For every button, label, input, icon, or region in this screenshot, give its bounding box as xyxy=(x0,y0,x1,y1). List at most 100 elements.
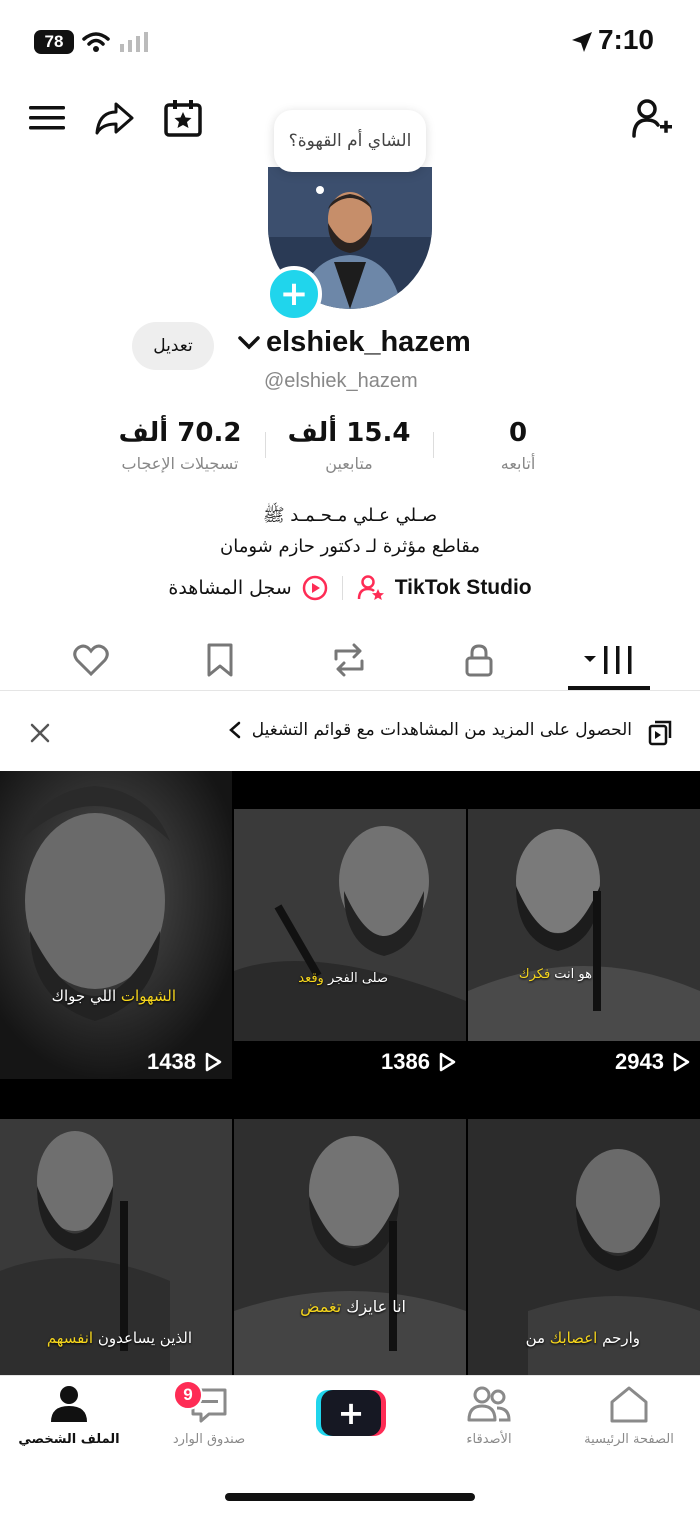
likes-count: 70.2 ألف xyxy=(118,418,242,448)
nav-profile-label: الملف الشخصي xyxy=(18,1432,120,1447)
play-outline-icon xyxy=(205,1052,222,1072)
stat-likes[interactable]: 70.2 ألف تسجيلات الإعجاب xyxy=(90,418,270,473)
video-tile[interactable]: انا عايزك تغمض 1000 xyxy=(234,1081,466,1389)
share-arrow-icon xyxy=(95,102,134,135)
chevron-left-icon xyxy=(228,721,240,739)
plus-icon: + xyxy=(321,1390,381,1436)
bubble-dot xyxy=(316,186,324,194)
tab-reposts[interactable] xyxy=(309,630,389,690)
video-tile[interactable]: صلى الفجر وقعد 1386 xyxy=(234,771,466,1079)
video-caption: صلى الفجر وقعد xyxy=(298,971,388,986)
active-tab-indicator xyxy=(568,686,650,690)
menu-button[interactable] xyxy=(25,96,69,140)
nav-inbox[interactable]: صندوق الوارد xyxy=(144,1384,274,1447)
status-time: 7:10 xyxy=(597,24,654,55)
add-friend-button[interactable] xyxy=(630,96,674,140)
video-caption: انا عايزك تغمض xyxy=(300,1297,406,1316)
videos-grid-icon xyxy=(584,646,632,674)
user-handle: @elshiek_hazem xyxy=(264,370,418,392)
video-tile[interactable]: هو انت فكرك 2943 xyxy=(468,771,700,1079)
stat-following[interactable]: 0 أتابعه xyxy=(428,418,608,473)
video-thumbnail xyxy=(234,771,466,1079)
video-grid: الشهوات اللي جواك 1438 صلى الفجر وقعد 13… xyxy=(0,771,700,1389)
view-count: 2943 xyxy=(615,1049,690,1075)
watch-history-link[interactable]: سجل المشاهدة xyxy=(168,575,327,601)
video-thumbnail xyxy=(468,771,700,1079)
playlist-icon xyxy=(648,720,672,746)
username: elshiek_hazem xyxy=(266,326,471,358)
creator-calendar-button[interactable] xyxy=(161,96,205,140)
playlist-banner[interactable]: الحصول على المزيد من المشاهدات مع قوائم … xyxy=(0,706,700,760)
play-outline-icon xyxy=(439,1052,456,1072)
video-caption: وارحم اعصابك من xyxy=(525,1329,640,1347)
home-indicator xyxy=(225,1493,475,1501)
friends-icon xyxy=(467,1386,511,1422)
video-caption: الشهوات اللي جواك xyxy=(51,987,176,1005)
home-icon xyxy=(610,1386,648,1423)
content-tabs xyxy=(0,630,700,691)
studio-label: TikTok Studio xyxy=(394,576,532,599)
playlist-banner-text: الحصول على المزيد من المشاهدات مع قوائم … xyxy=(251,720,632,740)
nav-profile[interactable]: الملف الشخصي xyxy=(4,1384,134,1447)
tab-liked[interactable] xyxy=(51,630,131,690)
heart-icon xyxy=(73,644,109,676)
calendar-star-icon xyxy=(164,100,202,137)
view-count: 1386 xyxy=(381,1049,456,1075)
nav-friends[interactable]: الأصدقاء xyxy=(424,1384,554,1447)
play-outline-icon xyxy=(673,1052,690,1072)
edit-profile-button[interactable]: تعديل xyxy=(132,322,214,370)
tab-private[interactable] xyxy=(439,630,519,690)
inbox-badge: 9 xyxy=(173,1380,203,1410)
nav-inbox-label: صندوق الوارد xyxy=(172,1432,246,1447)
share-profile-button[interactable] xyxy=(92,96,136,140)
followers-count: 15.4 ألف xyxy=(287,418,411,448)
lock-icon xyxy=(465,644,493,677)
followers-label: متابعين xyxy=(325,454,373,473)
links-divider xyxy=(341,576,343,600)
playlist-banner-text-wrap: الحصول على المزيد من المشاهدات مع قوائم … xyxy=(228,720,632,740)
location-arrow-icon xyxy=(572,32,592,52)
hamburger-icon xyxy=(29,106,65,130)
bio-line-1: صـلي عـلي مـحـمـد ﷺ xyxy=(262,505,438,526)
bookmark-icon xyxy=(207,643,233,677)
nav-home-label: الصفحة الرئيسية xyxy=(584,1432,674,1447)
status-bubble[interactable]: الشاي أم القهوة؟ xyxy=(274,110,426,172)
video-tile[interactable]: الذين يساعدون انفسهم 1071 xyxy=(0,1081,232,1389)
tiktok-studio-link[interactable]: TikTok Studio xyxy=(357,574,532,602)
stat-followers[interactable]: 15.4 ألف متابعين xyxy=(259,418,439,473)
battery-indicator: 78 xyxy=(34,30,74,54)
video-thumbnail xyxy=(234,1081,466,1389)
view-count-value: 1386 xyxy=(381,1049,430,1074)
view-count-value: 1438 xyxy=(147,1049,196,1074)
bio-line-2: مقاطع مؤثرة لـ دكتور حازم شومان xyxy=(220,536,480,557)
view-count-value: 2943 xyxy=(615,1049,664,1074)
repost-icon xyxy=(334,643,364,677)
video-caption: هو انت فكرك xyxy=(518,967,592,982)
tab-videos[interactable] xyxy=(569,630,649,690)
add-story-button[interactable]: + xyxy=(266,266,322,322)
play-circle-icon xyxy=(302,575,327,601)
chevron-down-icon xyxy=(238,335,260,349)
profile-links: سجل المشاهدة TikTok Studio xyxy=(0,574,700,602)
view-count: 1438 xyxy=(147,1049,222,1075)
add-person-icon xyxy=(632,99,672,138)
watch-history-label: سجل المشاهدة xyxy=(168,577,292,599)
account-switcher[interactable]: elshiek_hazem xyxy=(238,326,471,359)
tab-saved[interactable] xyxy=(180,630,260,690)
video-tile[interactable]: الشهوات اللي جواك 1438 xyxy=(0,771,232,1079)
following-count: 0 xyxy=(508,418,528,448)
signal-icon xyxy=(120,32,148,52)
following-label: أتابعه xyxy=(500,454,536,473)
create-button[interactable]: + xyxy=(316,1390,386,1436)
plus-icon: + xyxy=(279,274,309,314)
nav-friends-label: الأصدقاء xyxy=(466,1432,512,1447)
nav-home[interactable]: الصفحة الرئيسية xyxy=(564,1384,694,1447)
likes-label: تسجيلات الإعجاب xyxy=(121,454,239,473)
wifi-icon xyxy=(82,32,110,52)
video-tile[interactable]: وارحم اعصابك من 987 xyxy=(468,1081,700,1389)
video-caption: الذين يساعدون انفسهم xyxy=(46,1329,192,1347)
profile-person-icon xyxy=(51,1386,87,1422)
close-icon[interactable] xyxy=(28,721,52,745)
studio-person-star-icon xyxy=(357,575,384,600)
video-thumbnail xyxy=(0,771,232,1079)
